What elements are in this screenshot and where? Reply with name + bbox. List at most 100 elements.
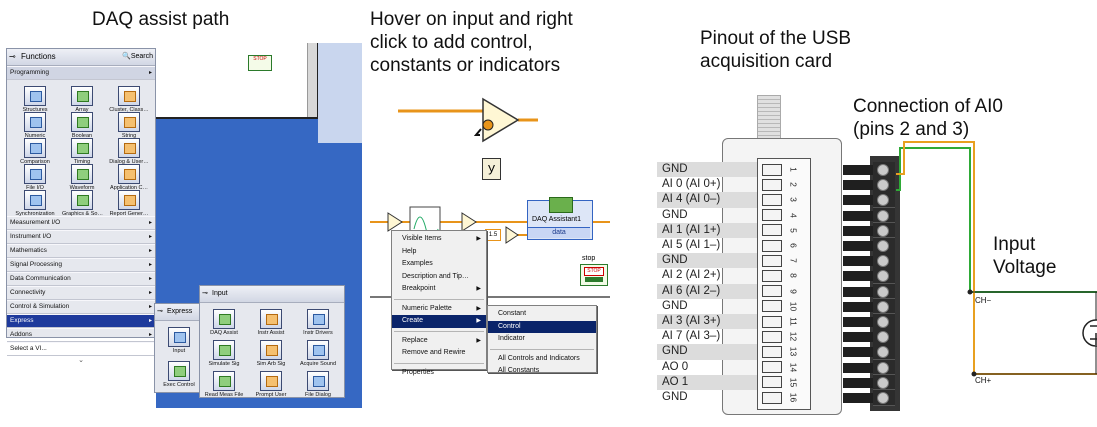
pin-number: 7 (788, 258, 799, 264)
category-signal-processing[interactable]: Signal Processing ▸ (7, 258, 155, 272)
daq-assistant-node[interactable]: DAQ Assistant1 data (527, 197, 593, 240)
category-measurement-i-o[interactable]: Measurement I/O ▸ (7, 216, 155, 230)
palette-item-numeric[interactable]: Numeric (15, 112, 55, 140)
circuit-diagram (896, 141, 1097, 377)
palette-item-boolean[interactable]: Boolean (62, 112, 102, 140)
heading-daq-assist-path: DAQ assist path (92, 9, 230, 30)
report-icon (118, 190, 140, 210)
category-mathematics[interactable]: Mathematics ▸ (7, 244, 155, 258)
stop-terminal[interactable]: STOP (580, 264, 608, 286)
daq-assistant-data-terminal[interactable]: data (528, 227, 590, 238)
pin-label: AI 6 (AI 2–) (657, 283, 757, 299)
palette-item-file-dialog[interactable]: File Dialog (298, 371, 338, 399)
palette-item-daq-assist[interactable]: DAQ Assist (204, 309, 244, 337)
pin-slot (762, 376, 782, 389)
pin-number: 4 (788, 212, 799, 218)
pin-number: 8 (788, 273, 799, 279)
pin-slot (762, 163, 782, 176)
palette-item-cluster[interactable]: Cluster, Class… (109, 86, 149, 114)
pin-icon[interactable]: ⊸ (202, 286, 208, 302)
palette-item-instr-assist[interactable]: Instr Assist (251, 309, 291, 337)
pin-label: AI 2 (AI 2+) (662, 269, 721, 282)
palette-item-acquire-sound[interactable]: Acquire Sound (298, 340, 338, 368)
chevron-right-icon: ▶ (476, 305, 481, 312)
context-item-visible-items[interactable]: Visible Items ▶ (392, 233, 486, 246)
palette-item-label: Simulate Sig (208, 361, 240, 367)
chevron-right-icon: ▸ (148, 70, 152, 76)
context-item-numeric-palette[interactable]: Numeric Palette ▶ (392, 303, 486, 316)
terminal-fin (843, 286, 873, 297)
search-button[interactable]: 🔍Search (122, 49, 153, 65)
palette-item-input[interactable]: Input (159, 327, 199, 355)
file-io-icon (24, 164, 46, 184)
pin-label: AI 7 (AI 3–) (662, 330, 721, 343)
category-express[interactable]: Express ▸ (7, 314, 155, 328)
pin-icon[interactable]: ⊸ (9, 49, 16, 65)
palette-item-exec-control[interactable]: Exec Control (159, 361, 199, 389)
diagram-scrollbar[interactable] (307, 43, 317, 117)
category-data-communication[interactable]: Data Communication ▸ (7, 272, 155, 286)
palette-item-synchronization[interactable]: Synchronization (15, 190, 55, 218)
synchronization-icon (24, 190, 46, 210)
category-addons[interactable]: Addons ▸ (7, 328, 155, 342)
numeric-constant[interactable]: 1.5 (485, 229, 501, 241)
boolean-icon (71, 112, 93, 132)
context-item-help[interactable]: Help (392, 246, 486, 259)
menu-separator (394, 330, 484, 332)
create-item-all-constants[interactable]: All Constants (488, 365, 596, 378)
palette-item-array[interactable]: Array (62, 86, 102, 114)
pin-number: 14 (788, 362, 799, 372)
palette-item-instr-drivers[interactable]: Instr Drivers (298, 309, 338, 337)
pin-number: 13 (788, 347, 799, 357)
palette-item-report[interactable]: Report Gener… (109, 190, 149, 218)
context-item-remove-and-rewire[interactable]: Remove and Rewire (392, 347, 486, 360)
category-label: Data Communication (10, 275, 71, 282)
palette-item-timing[interactable]: Timing (62, 138, 102, 166)
category-connectivity[interactable]: Connectivity ▸ (7, 286, 155, 300)
palette-item-file-io[interactable]: File I/O (15, 164, 55, 192)
palette-item-prompt-user[interactable]: Prompt User (251, 371, 291, 399)
context-item-create[interactable]: Create ▶ (392, 315, 486, 328)
palette-item-waveform[interactable]: Waveform (62, 164, 102, 192)
pin-icon[interactable]: ⊸ (157, 304, 163, 320)
diagram-panel-blue (318, 43, 362, 143)
create-item-indicator[interactable]: Indicator (488, 333, 596, 346)
create-item-all-controls-and-indicators[interactable]: All Controls and Indicators (488, 353, 596, 366)
category-control-simulation[interactable]: Control & Simulation ▸ (7, 300, 155, 314)
y-indicator-terminal[interactable]: y (482, 158, 501, 180)
context-item-label: Create (402, 317, 424, 324)
context-item-description-and-tip[interactable]: Description and Tip… (392, 271, 486, 284)
category-select-a-vi[interactable]: Select a VI... (7, 342, 155, 356)
context-item-replace[interactable]: Replace ▶ (392, 335, 486, 348)
palette-item-string[interactable]: String (109, 112, 149, 140)
stop-caption: stop (582, 255, 596, 262)
context-item-properties[interactable]: Properties (392, 367, 486, 380)
context-item-examples[interactable]: Examples (392, 258, 486, 271)
menu-separator (490, 348, 594, 350)
palette-item-simulate-signal[interactable]: Simulate Sig (204, 340, 244, 368)
palette-item-application-control[interactable]: Application C… (109, 164, 149, 192)
palette-item-sim-arb-signal[interactable]: Sim Arb Sig (251, 340, 291, 368)
palette-item-structures[interactable]: Structures (15, 86, 55, 114)
context-item-breakpoint[interactable]: Breakpoint ▶ (392, 283, 486, 296)
category-instrument-i-o[interactable]: Instrument I/O ▸ (7, 230, 155, 244)
chevron-right-icon: ▶ (476, 318, 481, 324)
string-icon (118, 112, 140, 132)
palette-item-read-meas-file[interactable]: Read Meas File (204, 371, 244, 399)
palette-item-comparison[interactable]: Comparison (15, 138, 55, 166)
palette-item-label: File Dialog (305, 392, 331, 398)
pin-number: 3 (788, 197, 799, 203)
create-item-control[interactable]: Control (488, 320, 596, 333)
instr-assist-icon (260, 309, 282, 329)
expand-chevron-icon[interactable]: ⌄ (7, 356, 155, 364)
pin-label: AI 1 (AI 1+) (657, 222, 757, 238)
pin-number: 11 (788, 317, 799, 326)
category-label: Instrument I/O (10, 233, 52, 240)
category-programming[interactable]: Programming ▸ (7, 66, 155, 80)
pin-label: GND (657, 253, 757, 269)
category-label: Control & Simulation (10, 303, 70, 310)
palette-item-dialog[interactable]: Dialog & User… (109, 138, 149, 166)
create-item-constant[interactable]: Constant (488, 308, 596, 321)
palette-item-graphics[interactable]: Graphics & So… (62, 190, 103, 218)
stop-button-mini[interactable]: STOP (248, 55, 272, 71)
